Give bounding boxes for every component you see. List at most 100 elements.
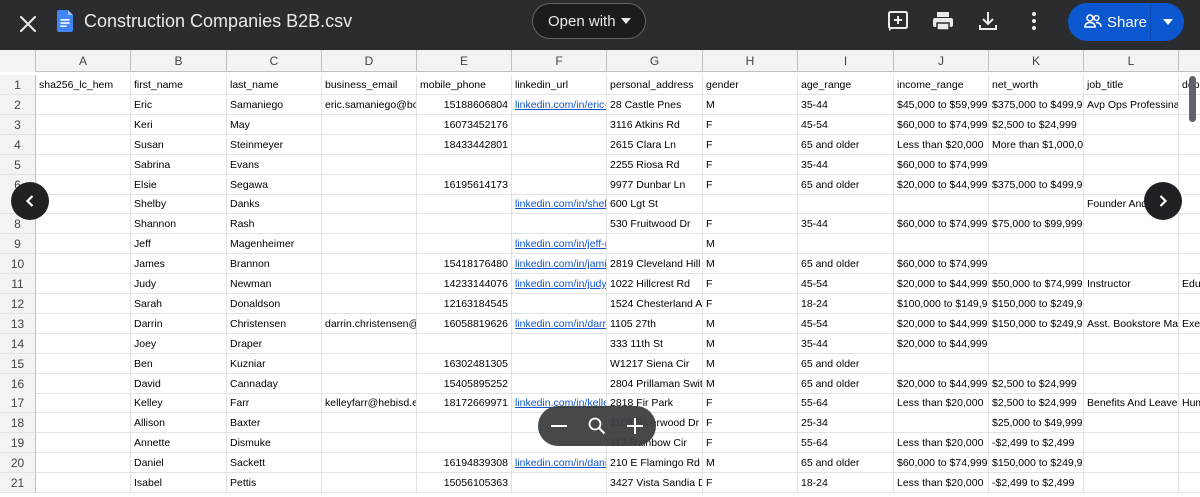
table-cell[interactable]: 45-54 (798, 274, 894, 294)
table-cell[interactable]: Draper (227, 334, 322, 354)
share-button[interactable]: Share (1068, 3, 1184, 41)
table-cell[interactable] (512, 115, 607, 135)
table-cell[interactable]: Farr (227, 393, 322, 413)
table-cell[interactable]: $60,000 to $74,999 (894, 254, 989, 274)
table-cell[interactable]: Segawa (227, 175, 322, 195)
table-cell[interactable] (36, 433, 131, 453)
table-cell[interactable]: Jeff (131, 234, 227, 254)
table-cell[interactable]: Kelley (131, 393, 227, 413)
table-cell[interactable]: 65 and older (798, 175, 894, 195)
table-cell[interactable]: 45-54 (798, 314, 894, 334)
row-header[interactable]: 15 (0, 354, 36, 374)
table-cell[interactable] (1179, 453, 1200, 473)
table-cell[interactable]: 15418176480 (417, 254, 512, 274)
table-cell[interactable] (1084, 433, 1179, 453)
table-cell[interactable]: Elsie (131, 175, 227, 195)
table-cell[interactable] (607, 234, 703, 254)
row-header[interactable]: 3 (0, 115, 36, 135)
table-cell[interactable] (1179, 374, 1200, 394)
table-cell[interactable]: M (703, 254, 798, 274)
header-cell[interactable]: job_title (1084, 75, 1179, 95)
table-cell[interactable]: linkedin.com/in/darr (512, 314, 607, 334)
table-cell[interactable] (1179, 214, 1200, 234)
table-cell[interactable] (36, 95, 131, 115)
column-header[interactable]: I (798, 50, 894, 72)
table-cell[interactable]: -$2,499 to $2,499 (989, 473, 1084, 493)
column-header[interactable]: E (417, 50, 512, 72)
table-cell[interactable]: Isabel (131, 473, 227, 493)
table-cell[interactable] (36, 194, 131, 214)
table-cell[interactable]: Brannon (227, 254, 322, 274)
row-header[interactable]: 19 (0, 433, 36, 453)
table-cell[interactable]: Newman (227, 274, 322, 294)
table-cell[interactable] (322, 354, 417, 374)
table-cell[interactable]: 65 and older (798, 354, 894, 374)
table-cell[interactable]: Hum (1179, 393, 1200, 413)
table-cell[interactable]: 16195614173 (417, 175, 512, 195)
table-cell[interactable] (512, 135, 607, 155)
table-cell[interactable]: 28 Castle Pnes (607, 95, 703, 115)
table-cell[interactable] (512, 155, 607, 175)
table-cell[interactable] (512, 294, 607, 314)
table-cell[interactable]: 15056105363 (417, 473, 512, 493)
row-header[interactable]: 11 (0, 274, 36, 294)
table-cell[interactable]: 333 11th St (607, 334, 703, 354)
row-header[interactable]: 12 (0, 294, 36, 314)
table-cell[interactable]: David (131, 374, 227, 394)
row-header[interactable]: 18 (0, 413, 36, 433)
table-cell[interactable]: Eric (131, 95, 227, 115)
table-cell[interactable]: 9977 Dunbar Ln (607, 175, 703, 195)
table-cell[interactable]: Samaniego (227, 95, 322, 115)
table-cell[interactable]: Danks (227, 194, 322, 214)
table-cell[interactable]: 3116 Atkins Rd (607, 115, 703, 135)
table-cell[interactable] (322, 115, 417, 135)
table-cell[interactable] (512, 334, 607, 354)
header-cell[interactable]: mobile_phone (417, 75, 512, 95)
column-header[interactable]: J (894, 50, 989, 72)
table-cell[interactable]: 16073452176 (417, 115, 512, 135)
table-cell[interactable]: M (703, 334, 798, 354)
table-cell[interactable]: M (703, 354, 798, 374)
next-button[interactable] (1144, 182, 1182, 220)
table-cell[interactable]: Asst. Bookstore Mana (1084, 314, 1179, 334)
table-cell[interactable] (1179, 294, 1200, 314)
table-cell[interactable] (322, 453, 417, 473)
table-cell[interactable]: F (703, 274, 798, 294)
row-header[interactable]: 10 (0, 254, 36, 274)
table-cell[interactable]: Sarah (131, 294, 227, 314)
table-cell[interactable]: Avp Ops Professinal Mk (1084, 95, 1179, 115)
table-cell[interactable] (36, 453, 131, 473)
table-cell[interactable]: $150,000 to $249,999 (989, 453, 1084, 473)
table-cell[interactable] (1084, 254, 1179, 274)
table-cell[interactable]: M (703, 374, 798, 394)
table-cell[interactable]: linkedin.com/in/dani (512, 453, 607, 473)
row-header[interactable]: 1 (0, 75, 36, 95)
table-cell[interactable] (322, 294, 417, 314)
table-cell[interactable] (417, 214, 512, 234)
table-cell[interactable]: $150,000 to $249,999 (989, 294, 1084, 314)
table-cell[interactable]: 14233144076 (417, 274, 512, 294)
table-cell[interactable] (417, 234, 512, 254)
table-cell[interactable]: 16194839308 (417, 453, 512, 473)
close-button[interactable] (12, 8, 44, 40)
zoom-out-button[interactable] (547, 414, 571, 438)
table-cell[interactable]: More than $1,000,000 (989, 135, 1084, 155)
table-cell[interactable]: 18-24 (798, 473, 894, 493)
table-cell[interactable]: M (703, 453, 798, 473)
table-cell[interactable] (512, 175, 607, 195)
corner-cell[interactable] (0, 50, 36, 72)
table-cell[interactable] (36, 274, 131, 294)
header-cell[interactable]: business_email (322, 75, 417, 95)
table-cell[interactable] (989, 334, 1084, 354)
table-cell[interactable] (36, 155, 131, 175)
table-cell[interactable]: $20,000 to $44,999 (894, 175, 989, 195)
table-cell[interactable]: 600 Lgt St (607, 194, 703, 214)
table-cell[interactable]: $45,000 to $59,999 (894, 95, 989, 115)
table-cell[interactable]: linkedin.com/in/shell (512, 194, 607, 214)
table-cell[interactable]: 1105 27th (607, 314, 703, 334)
table-cell[interactable] (1179, 433, 1200, 453)
table-cell[interactable]: May (227, 115, 322, 135)
table-cell[interactable]: $100,000 to $149,99 (894, 294, 989, 314)
table-cell[interactable]: James (131, 254, 227, 274)
row-header[interactable]: 21 (0, 473, 36, 493)
